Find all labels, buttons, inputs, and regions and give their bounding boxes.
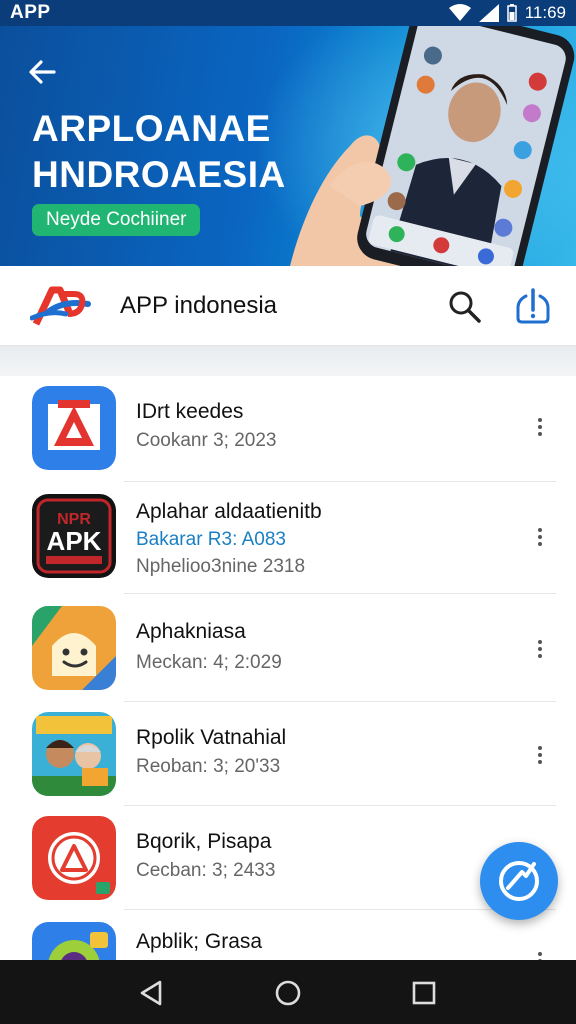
phone-in-hand-illustration bbox=[290, 26, 575, 266]
more-vertical-icon[interactable] bbox=[530, 638, 550, 662]
app-date: Reoban: 3; 20'33 bbox=[136, 756, 281, 777]
app-title: Apblik; Grasa bbox=[136, 930, 263, 953]
app-title: IDrt keedes bbox=[136, 400, 244, 423]
square-recent-icon[interactable] bbox=[409, 978, 439, 1008]
app-date: Cookanr 3; 2023 bbox=[136, 430, 277, 451]
apk-icon-text: APK bbox=[47, 526, 102, 556]
more-vertical-icon[interactable] bbox=[530, 950, 550, 960]
app-date-link[interactable]: Bakarar R3: A083 bbox=[136, 529, 286, 551]
app-title: Bqorik, Pisapa bbox=[136, 830, 272, 853]
section-divider bbox=[0, 346, 576, 376]
system-nav-bar bbox=[0, 960, 576, 1024]
battery-icon bbox=[506, 4, 517, 22]
carrier-label: APP bbox=[10, 2, 51, 23]
app-date: Meckan: 4; 2:029 bbox=[136, 652, 282, 673]
app-title: Rpolik Vatnahial bbox=[136, 726, 287, 749]
fab-share-button[interactable] bbox=[480, 842, 558, 920]
list-item[interactable]: Rpolik Vatnahial Reoban: 3; 20'33 bbox=[0, 702, 576, 806]
banner-title-line1: ARPLOANAE bbox=[32, 108, 271, 149]
app-logo-icon bbox=[30, 286, 91, 326]
app-icon-green-circle bbox=[32, 922, 116, 960]
status-icons: 11:69 bbox=[448, 3, 566, 23]
list-item[interactable]: Aphakniasa Meckan: 4; 2:029 bbox=[0, 594, 576, 702]
triangle-back-icon[interactable] bbox=[136, 978, 166, 1008]
list-item[interactable]: IDrt keedes Cookanr 3; 2023 bbox=[0, 376, 576, 482]
app-name: APP indonesia bbox=[120, 292, 278, 319]
more-vertical-icon[interactable] bbox=[530, 744, 550, 768]
status-bar: APP 11:69 bbox=[0, 0, 576, 26]
app-icon-apk: NPR APK bbox=[32, 494, 116, 578]
arrow-left-icon[interactable] bbox=[26, 56, 58, 88]
app-title: Aplahar aldaatienitb bbox=[136, 500, 322, 523]
wifi-icon bbox=[448, 4, 471, 21]
app-meta: Nphelioo3nine 2318 bbox=[136, 556, 306, 577]
app-title: Aphakniasa bbox=[136, 620, 246, 643]
more-vertical-icon[interactable] bbox=[530, 416, 550, 440]
list-item[interactable]: NPR APK Aplahar aldaatienitb Bakarar R3:… bbox=[0, 482, 576, 594]
share-icon bbox=[499, 861, 539, 901]
app-icon-red-a bbox=[32, 386, 116, 470]
banner-pill-button[interactable]: Neyde Cochiiner bbox=[32, 204, 201, 236]
app-date: Cecban: 3; 2433 bbox=[136, 860, 276, 881]
circle-home-icon[interactable] bbox=[273, 978, 303, 1008]
more-vertical-icon[interactable] bbox=[530, 526, 550, 550]
app-icon-red-circle-a bbox=[32, 816, 116, 900]
app-icon-smiley bbox=[32, 606, 116, 690]
app-header: APP indonesia bbox=[0, 266, 576, 346]
app-icon-characters bbox=[32, 712, 116, 796]
update-alert-icon[interactable] bbox=[514, 286, 552, 326]
hero-banner: ARPLOANAE HNDROAESIA Neyde Cochiiner bbox=[0, 26, 576, 266]
clock: 11:69 bbox=[524, 3, 566, 22]
banner-title: ARPLOANAE HNDROAESIA bbox=[32, 106, 286, 198]
search-icon[interactable] bbox=[446, 288, 482, 324]
signal-icon bbox=[478, 4, 499, 22]
banner-title-line2: HNDROAESIA bbox=[32, 154, 286, 195]
